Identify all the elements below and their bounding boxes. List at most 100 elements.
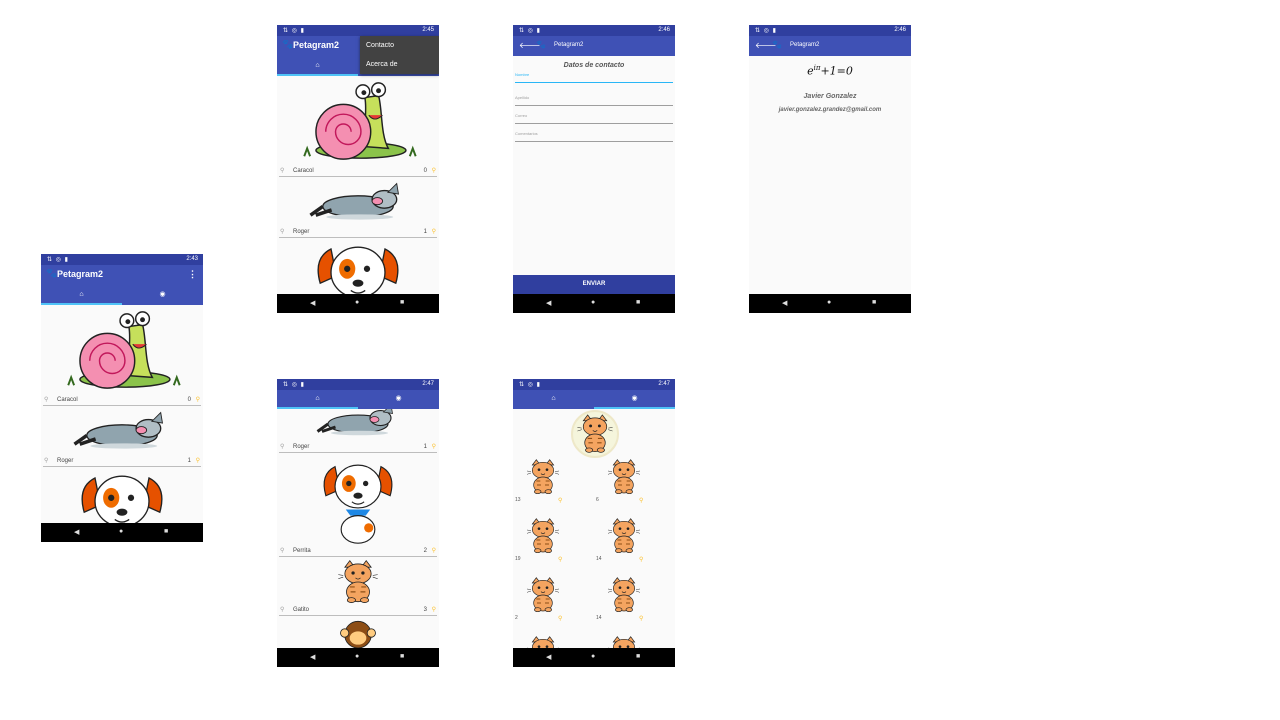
pet-card: ⚲ Perrita 2 ⚲ [279, 459, 437, 558]
app-title: Petagram2 [57, 269, 104, 279]
bone-icon[interactable]: ⚲ [280, 547, 284, 554]
grid-item[interactable] [513, 634, 593, 648]
profile-avatar [571, 410, 619, 458]
back-nav-button[interactable]: ◀ [74, 528, 79, 536]
bone-icon[interactable]: ⚲ [280, 228, 284, 235]
menu-item-acerca[interactable]: Acerca de [366, 61, 398, 68]
system-nav-bar: ◀ ● ■ [749, 294, 911, 313]
pet-card [43, 469, 201, 523]
author-name: Javier Gonzalez [803, 93, 857, 100]
comentarios-field[interactable]: Comentarios [515, 131, 673, 142]
recents-nav-button[interactable]: ■ [636, 653, 640, 660]
recents-nav-button[interactable]: ■ [164, 528, 168, 535]
tab-home[interactable]: ⌂ [41, 286, 122, 305]
yellow-bone-icon: ⚲ [558, 557, 563, 563]
nombre-label: Nombre [515, 72, 530, 77]
yellow-bone-icon: ⚲ [639, 498, 644, 504]
paw-icon: 🐾 [46, 268, 58, 278]
yellow-bone-icon: ⚲ [639, 557, 644, 563]
grid-item[interactable]: 13 ⚲ [513, 457, 593, 515]
yellow-bone-icon: ⚲ [558, 498, 563, 504]
screen-menu-open: ⇅ ◎ ▮ 2:45 🐾 Petagram2 ⌂ ◉ Contacto Acer… [277, 25, 439, 313]
system-nav-bar: ◀ ● ■ [513, 294, 675, 313]
pet-card [279, 240, 437, 294]
bone-icon[interactable]: ⚲ [280, 443, 284, 450]
apellido-label: Apellido [515, 95, 530, 100]
overflow-menu-icon[interactable]: ⋮ [188, 269, 197, 280]
home-nav-button[interactable]: ● [827, 299, 831, 306]
home-nav-button[interactable]: ● [591, 653, 595, 660]
system-nav-bar: ◀ ● ■ [277, 294, 439, 313]
pet-likes: 1 [187, 458, 191, 464]
bone-icon[interactable]: ⚲ [280, 606, 284, 613]
tab-profile[interactable]: ◉ [122, 286, 203, 305]
profile-icon: ◉ [159, 291, 166, 298]
correo-field[interactable]: Correo [515, 113, 673, 124]
app-bar: 🐾 Petagram2 ⋮ [41, 265, 203, 286]
pet-likes: 0 [423, 168, 427, 174]
home-nav-button[interactable]: ● [355, 299, 359, 306]
send-button[interactable]: ENVIAR [513, 275, 675, 294]
like-count: 6 [596, 497, 599, 503]
yellow-bone-icon: ⚲ [195, 458, 200, 464]
home-nav-button[interactable]: ● [591, 299, 595, 306]
menu-item-contacto[interactable]: Contacto [366, 42, 394, 49]
pet-info: ⚲ Perrita 2 ⚲ [279, 547, 437, 557]
yellow-bone-icon: ⚲ [431, 548, 436, 554]
like-count: 14 [596, 615, 602, 621]
grid-item[interactable]: 14 ⚲ [594, 516, 674, 574]
yellow-bone-icon: ⚲ [639, 616, 644, 622]
pet-card: ⚲ Roger 1 ⚲ [279, 180, 437, 238]
cat-image [607, 636, 641, 648]
grid-item[interactable]: 19 ⚲ [513, 516, 593, 574]
pet-likes: 2 [423, 548, 427, 554]
back-nav-button[interactable]: ◀ [310, 653, 315, 661]
yellow-bone-icon: ⚲ [431, 168, 436, 174]
notification-icons: ⇅ ◎ ▮ [283, 28, 305, 34]
tab-profile[interactable]: ◉ [358, 390, 439, 409]
nombre-field[interactable]: Nombre [515, 72, 673, 83]
cat-image [526, 636, 560, 648]
home-nav-button[interactable]: ● [119, 528, 123, 535]
status-bar: ⇅ ◎ ▮ 2:46 [749, 25, 911, 36]
back-nav-button[interactable]: ◀ [782, 299, 787, 307]
pet-info: ⚲ Caracol 0 ⚲ [279, 167, 437, 177]
recents-nav-button[interactable]: ■ [636, 299, 640, 306]
home-nav-button[interactable]: ● [355, 653, 359, 660]
back-nav-button[interactable]: ◀ [546, 299, 551, 307]
grid-item[interactable]: 14 ⚲ [594, 575, 674, 633]
pet-likes: 1 [423, 229, 427, 235]
recents-nav-button[interactable]: ■ [400, 299, 404, 306]
pet-name: Caracol [57, 397, 78, 403]
system-nav-bar: ◀ ● ■ [277, 648, 439, 667]
recents-nav-button[interactable]: ■ [872, 299, 876, 306]
pet-likes: 0 [187, 397, 191, 403]
apellido-field[interactable]: Apellido [515, 95, 673, 106]
like-count: 13 [515, 497, 521, 503]
tab-home[interactable]: ⌂ [277, 57, 358, 76]
yellow-bone-icon: ⚲ [558, 616, 563, 622]
home-icon: ⌂ [79, 291, 84, 298]
pet-name: Roger [293, 229, 310, 235]
bone-icon[interactable]: ⚲ [280, 167, 284, 174]
home-icon: ⌂ [551, 395, 556, 402]
notification-icons: ⇅ ◎ ▮ [47, 257, 69, 263]
back-nav-button[interactable]: ◀ [546, 653, 551, 661]
recents-nav-button[interactable]: ■ [400, 653, 404, 660]
grid-item[interactable] [594, 634, 674, 648]
app-bar: 🡐 🐾 Petagram2 [513, 36, 675, 56]
like-count: 2 [515, 615, 518, 621]
pet-name: Caracol [293, 168, 314, 174]
tab-home[interactable]: ⌂ [513, 390, 594, 409]
notification-icons: ⇅ ◎ ▮ [519, 382, 541, 388]
bone-icon[interactable]: ⚲ [44, 396, 48, 403]
back-nav-button[interactable]: ◀ [310, 299, 315, 307]
status-bar: ⇅ ◎ ▮ 2:46 [513, 25, 675, 36]
tab-profile[interactable]: ◉ [594, 390, 675, 409]
bone-icon[interactable]: ⚲ [44, 457, 48, 464]
donkey-image [316, 409, 394, 437]
grid-item[interactable]: 2 ⚲ [513, 575, 593, 633]
status-bar: ⇅ ◎ ▮ 2:47 [277, 379, 439, 390]
tab-home[interactable]: ⌂ [277, 390, 358, 409]
grid-item[interactable]: 6 ⚲ [594, 457, 674, 515]
